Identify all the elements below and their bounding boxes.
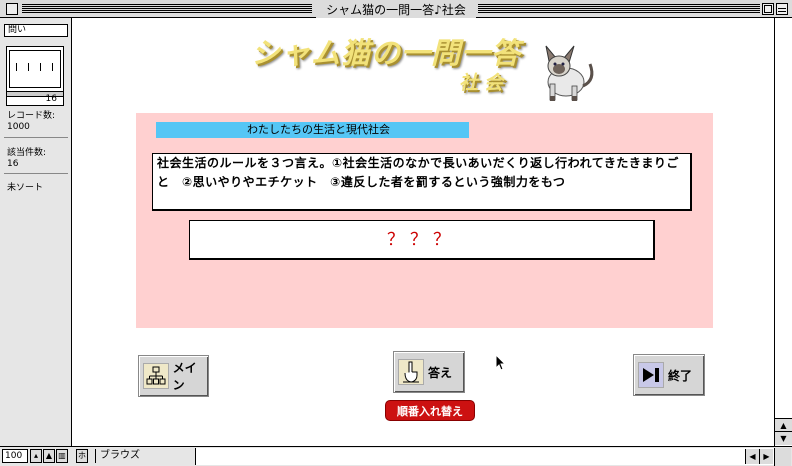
divider	[4, 173, 68, 174]
pointer-cursor-icon	[495, 354, 507, 371]
mode-indicator[interactable]: ブラウズ	[95, 449, 195, 463]
divider	[4, 137, 68, 138]
category-field[interactable]: わたしたちの生活と現代社会	[156, 122, 469, 138]
zoom-out-icon[interactable]: ▴	[30, 449, 42, 463]
quit-label: 終了	[668, 368, 693, 383]
shuffle-order-button[interactable]: 順番入れ替え	[385, 400, 475, 421]
answer-field[interactable]: ？？？	[189, 220, 655, 260]
records-label: レコード数:	[7, 111, 56, 121]
found-value: 16	[7, 159, 19, 169]
bottom-bar: 100 ▴ ▲ ▥ ホ ブラウズ ◀ ▶	[0, 446, 792, 466]
main-menu-button[interactable]: メイン	[138, 355, 209, 397]
resize-grip-icon[interactable]	[774, 448, 791, 466]
question-panel: わたしたちの生活と現代社会 社会生活のルールを３つ言え。①社会生活のなかで長いあ…	[136, 113, 713, 328]
skip-end-icon	[638, 362, 664, 388]
status-area: 問い 16 レコード数: 1000 該当件数: 16 未ソート	[0, 18, 72, 446]
window-titlebar[interactable]: シャム猫の一問一答♪社会	[0, 0, 792, 18]
window-title: シャム猫の一問一答♪社会	[316, 1, 476, 18]
answer-label: 答え	[428, 365, 453, 380]
mode-icon: ホ	[76, 449, 88, 463]
scroll-left-arrow-icon[interactable]: ◀	[745, 449, 759, 464]
show-answer-button[interactable]: 答え	[393, 351, 465, 393]
scroll-down-arrow-icon[interactable]: ▼	[775, 431, 792, 445]
logo-title: シャム猫の一問一答	[251, 36, 522, 70]
question-field[interactable]: 社会生活のルールを３つ言え。①社会生活のなかで長いあいだくり返し行われてきたきま…	[152, 153, 692, 211]
zoom-in-icon[interactable]: ▲	[43, 449, 55, 463]
logo-subtitle: 社会	[459, 72, 510, 94]
titlebar-stripes	[22, 4, 312, 14]
vertical-scrollbar[interactable]: ▲ ▼	[774, 18, 792, 446]
hierarchy-icon	[143, 363, 169, 389]
book-pages-icon[interactable]	[9, 50, 61, 88]
main-menu-label: メイン	[172, 361, 197, 392]
collapse-box-icon[interactable]	[776, 3, 788, 15]
horizontal-scrollbar[interactable]: ◀ ▶	[195, 448, 774, 465]
quit-button[interactable]: 終了	[633, 354, 705, 396]
records-value: 1000	[7, 122, 30, 132]
pen-hand-icon	[398, 359, 424, 385]
record-number: 16	[45, 94, 57, 104]
siamese-cat-illustration	[545, 45, 594, 101]
record-book[interactable]: 16	[6, 46, 64, 106]
zoom-box-icon[interactable]	[762, 3, 774, 15]
titlebar-stripes	[478, 4, 760, 14]
scroll-right-arrow-icon[interactable]: ▶	[759, 449, 773, 464]
found-label: 該当件数:	[7, 148, 47, 158]
zoom-level[interactable]: 100	[2, 449, 28, 463]
status-toggle-icon[interactable]: ▥	[56, 449, 68, 463]
scroll-up-arrow-icon[interactable]: ▲	[775, 418, 792, 432]
close-box-icon[interactable]	[6, 3, 18, 15]
sort-status: 未ソート	[7, 183, 44, 193]
layout-content: シャム猫の一問一答 社会 わたしたちの生活と現代社会 社会生活のルールを３つ言え…	[73, 18, 774, 446]
layout-popup[interactable]: 問い	[4, 24, 68, 37]
